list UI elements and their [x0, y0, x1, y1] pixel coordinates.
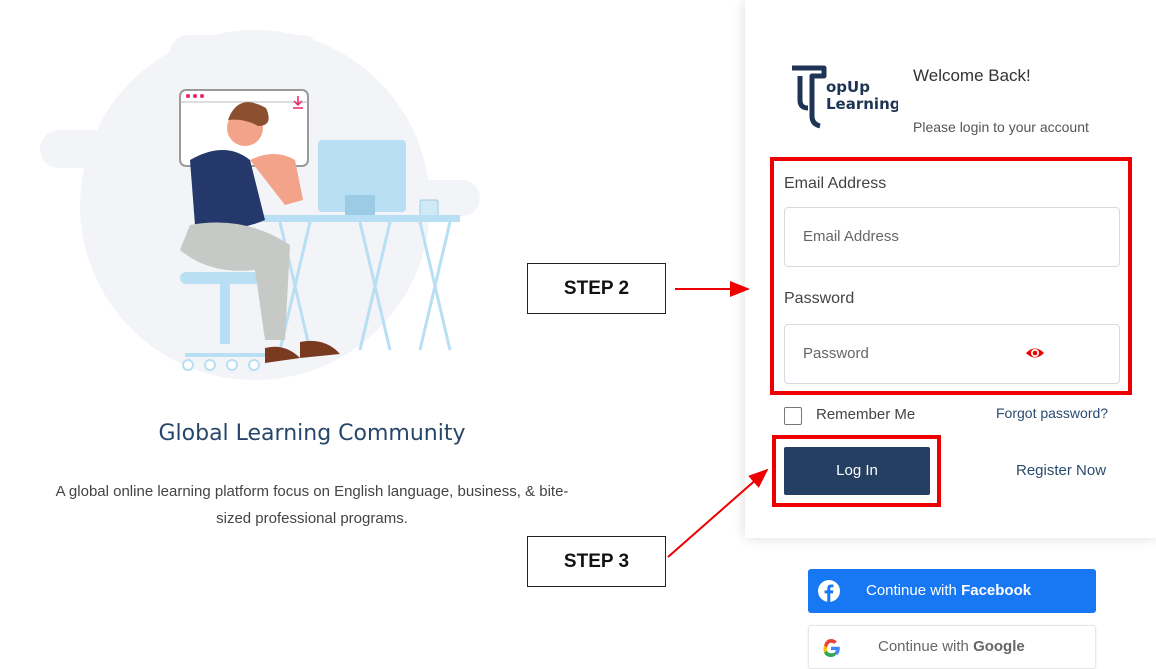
community-title: Global Learning Community	[158, 421, 466, 446]
google-button-label: Continue with Google	[878, 638, 1025, 655]
register-now-link[interactable]: Register Now	[1016, 462, 1106, 479]
welcome-heading: Welcome Back!	[913, 66, 1031, 85]
google-prefix: Continue with	[878, 638, 974, 655]
description-line-1: A global online learning platform focus …	[55, 483, 569, 500]
google-icon	[823, 639, 840, 657]
logo-text-topup: opUp	[826, 78, 870, 96]
continue-with-facebook-button[interactable]: Continue with Facebook	[808, 569, 1096, 613]
forgot-password-link[interactable]: Forgot password?	[996, 405, 1108, 421]
facebook-brand: Facebook	[961, 582, 1032, 599]
facebook-button-label: Continue with Facebook	[866, 582, 1031, 599]
facebook-icon	[818, 580, 840, 602]
continue-with-google-button[interactable]: Continue with Google	[808, 625, 1096, 669]
description-line-2: sized professional programs.	[216, 510, 408, 527]
hero-illustration	[40, 30, 480, 380]
step3-label: STEP 3	[527, 536, 666, 587]
remember-me-label: Remember Me	[816, 406, 916, 423]
community-description: A global online learning platform focus …	[0, 478, 624, 532]
step3-highlight-box	[772, 435, 941, 507]
step2-highlight-box	[770, 157, 1132, 395]
topup-learning-logo: opUp Learning	[792, 65, 898, 129]
facebook-prefix: Continue with	[866, 582, 962, 599]
logo-text-learning: Learning	[826, 95, 898, 113]
login-subtitle: Please login to your account	[913, 119, 1089, 135]
google-brand: Google	[973, 638, 1025, 655]
remember-me-checkbox[interactable]	[784, 407, 802, 425]
step2-label: STEP 2	[527, 263, 666, 314]
